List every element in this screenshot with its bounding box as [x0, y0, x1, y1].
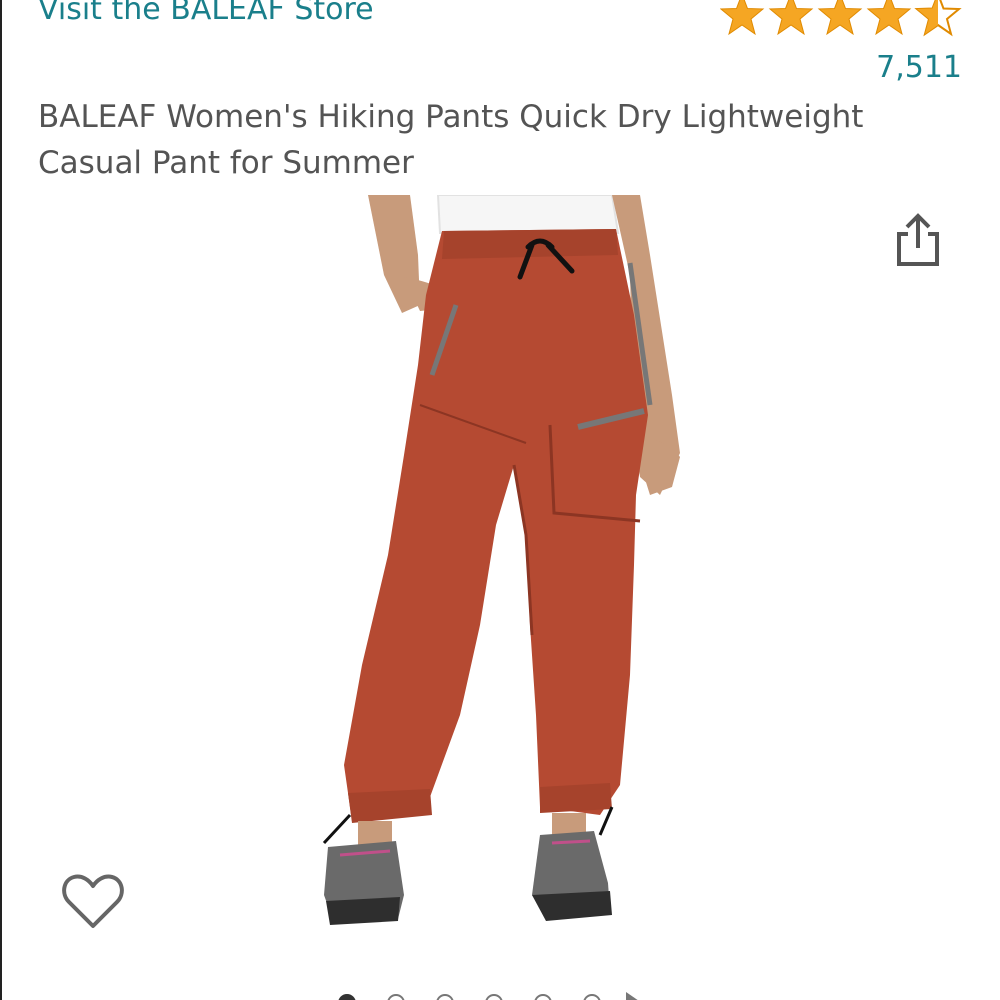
share-icon[interactable] [893, 210, 943, 268]
image-carousel-dots[interactable] [330, 988, 660, 1000]
carousel-dot[interactable] [387, 994, 405, 1000]
rating-count[interactable]: 7,511 [876, 50, 962, 85]
play-icon[interactable] [626, 992, 642, 1000]
product-title: BALEAF Women's Hiking Pants Quick Dry Li… [38, 99, 864, 181]
half-star-icon [914, 0, 962, 37]
window-edge [0, 0, 2, 1000]
product-image[interactable] [300, 194, 720, 955]
carousel-dot[interactable] [436, 994, 454, 1000]
carousel-dot-active[interactable] [338, 994, 356, 1000]
star-rating[interactable] [719, 0, 965, 38]
carousel-dot[interactable] [534, 994, 552, 1000]
star-icon [719, 0, 765, 36]
carousel-dot[interactable] [583, 994, 601, 1000]
heart-outline-icon[interactable] [60, 870, 126, 932]
star-icon [866, 0, 912, 36]
star-icon [768, 0, 814, 36]
star-icon [817, 0, 863, 36]
carousel-dot[interactable] [485, 994, 503, 1000]
visit-store-link[interactable]: Visit the BALEAF Store [38, 0, 374, 27]
